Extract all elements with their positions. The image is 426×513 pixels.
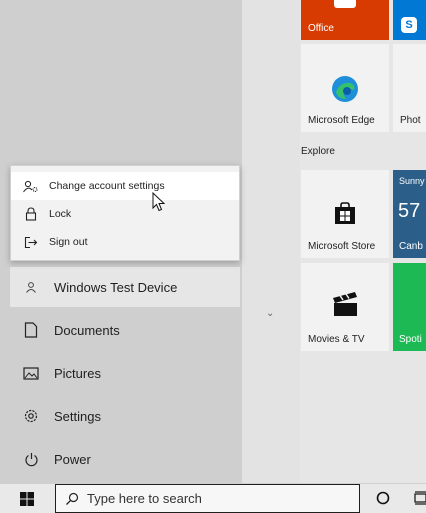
sidebar-item-label: Settings bbox=[54, 408, 101, 424]
skype-tile[interactable]: S bbox=[393, 0, 426, 40]
user-name: Windows Test Device bbox=[54, 279, 178, 295]
chevron-down-icon[interactable]: ⌄ bbox=[266, 308, 274, 319]
sidebar-item-power[interactable]: Power bbox=[0, 439, 242, 479]
explore-section-label: Explore bbox=[301, 146, 335, 157]
taskbar-search-box[interactable] bbox=[55, 484, 360, 513]
lock-icon bbox=[23, 207, 39, 221]
store-tile[interactable]: Microsoft Store bbox=[301, 170, 389, 258]
office-icon bbox=[334, 0, 356, 8]
photos-tile[interactable]: Phot bbox=[393, 44, 426, 132]
user-icon bbox=[21, 281, 41, 293]
edge-icon bbox=[332, 76, 358, 102]
user-account-button[interactable]: Windows Test Device bbox=[10, 267, 240, 307]
power-icon bbox=[21, 452, 41, 467]
task-view-icon[interactable] bbox=[414, 491, 426, 505]
sidebar-item-label: Pictures bbox=[54, 365, 101, 381]
weather-temperature: 57 bbox=[398, 200, 421, 222]
sidebar-item-label: Documents bbox=[54, 322, 120, 338]
menu-item-label: Sign out bbox=[49, 236, 88, 248]
cortana-icon[interactable] bbox=[376, 491, 390, 505]
clapperboard-icon bbox=[333, 292, 357, 316]
office-tile-label: Office bbox=[308, 23, 334, 34]
search-icon bbox=[65, 492, 79, 506]
movies-tv-tile[interactable]: Movies & TV bbox=[301, 263, 389, 351]
sidebar-item-settings[interactable]: Settings bbox=[0, 396, 242, 436]
sidebar-item-label: Power bbox=[54, 451, 91, 467]
gear-icon bbox=[21, 408, 41, 424]
taskbar bbox=[0, 483, 426, 513]
sidebar-item-pictures[interactable]: Pictures bbox=[0, 353, 242, 393]
sign-out-icon bbox=[23, 236, 39, 249]
account-settings-icon bbox=[23, 180, 39, 193]
start-menu-app-list bbox=[242, 0, 300, 483]
photos-tile-label: Phot bbox=[400, 115, 421, 126]
movies-tv-tile-label: Movies & TV bbox=[308, 334, 365, 345]
weather-tile[interactable]: Sunny 57 Canb bbox=[393, 170, 426, 258]
lock-button[interactable]: Lock bbox=[11, 200, 239, 228]
mouse-cursor-icon bbox=[152, 192, 166, 212]
store-tile-label: Microsoft Store bbox=[308, 241, 376, 252]
sidebar-item-documents[interactable]: Documents bbox=[0, 310, 242, 350]
skype-icon: S bbox=[401, 17, 417, 33]
weather-condition: Sunny bbox=[399, 176, 425, 186]
account-menu: Change account settings Lock Sign out bbox=[10, 165, 240, 261]
spotify-tile[interactable]: Spoti bbox=[393, 263, 426, 351]
windows-logo-icon[interactable] bbox=[20, 492, 34, 506]
weather-location: Canb bbox=[399, 241, 423, 252]
document-icon bbox=[21, 322, 41, 338]
edge-tile[interactable]: Microsoft Edge bbox=[301, 44, 389, 132]
change-account-settings-button[interactable]: Change account settings bbox=[11, 172, 239, 200]
edge-tile-label: Microsoft Edge bbox=[308, 115, 375, 126]
menu-item-label: Change account settings bbox=[49, 180, 165, 192]
spotify-tile-label: Spoti bbox=[399, 334, 422, 345]
picture-icon bbox=[21, 366, 41, 380]
office-tile[interactable]: Office bbox=[301, 0, 389, 40]
menu-item-label: Lock bbox=[49, 208, 72, 220]
store-bag-icon bbox=[335, 202, 355, 224]
search-input[interactable] bbox=[87, 491, 327, 506]
sign-out-button[interactable]: Sign out bbox=[11, 228, 239, 256]
